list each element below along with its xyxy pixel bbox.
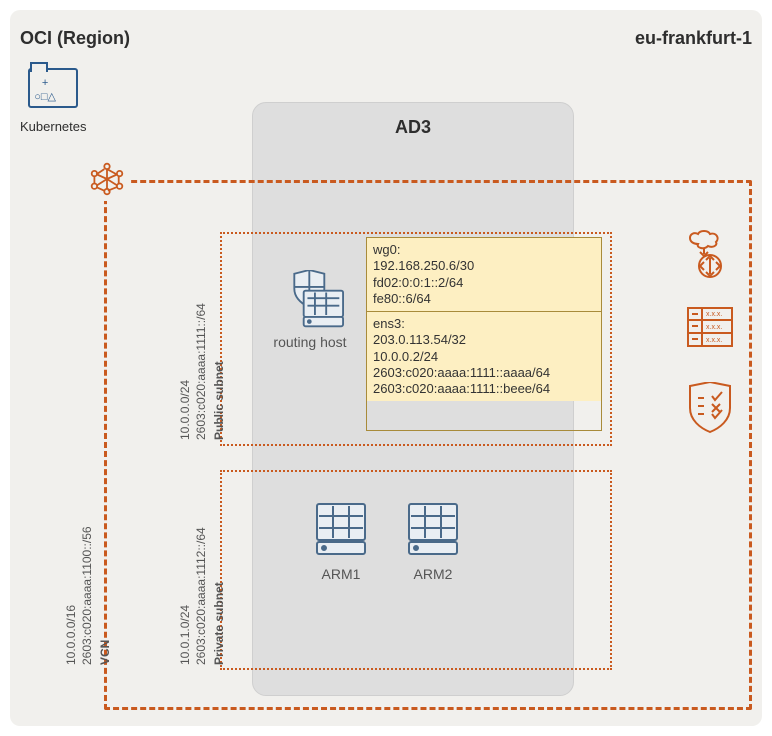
region-id: eu-frankfurt-1 — [635, 28, 752, 49]
region-label: OCI (Region) — [20, 28, 130, 49]
iface-ens3-line: 203.0.113.54/32 — [373, 332, 595, 348]
kubernetes-icon: +○□△ — [28, 68, 78, 108]
public-subnet-cidr-v6: 2603:c020:aaaa:1111::/64 — [194, 303, 208, 440]
routing-host-label: routing host — [270, 334, 350, 350]
public-subnet-cidr-v4: 10.0.0.0/24 — [178, 380, 192, 440]
iface-wg0-line: 192.168.250.6/30 — [373, 258, 595, 274]
side-icons: x.x.x. x.x.x. x.x.x. — [686, 230, 734, 430]
iface-wg0-line: fd02:0:0:1::2/64 — [373, 275, 595, 291]
arm-host: ARM2 — [407, 502, 459, 582]
arm-label: ARM1 — [315, 566, 367, 582]
kubernetes-block: +○□△ Kubernetes — [20, 68, 87, 134]
iface-ens3: ens3: 203.0.113.54/32 10.0.0.2/24 2603:c… — [367, 312, 601, 401]
security-list-icon — [686, 382, 734, 430]
iface-wg0: wg0: 192.168.250.6/30 fd02:0:0:1::2/64 f… — [367, 238, 601, 312]
private-subnet-label: Private subnet — [212, 582, 226, 665]
arm-host: ARM1 — [315, 502, 367, 582]
ad-title: AD3 — [253, 117, 573, 138]
iface-ens3-title: ens3: — [373, 316, 595, 332]
internet-gateway-icon — [686, 230, 734, 278]
svg-text:x.x.x.: x.x.x. — [706, 311, 722, 318]
svg-text:x.x.x.: x.x.x. — [706, 324, 722, 331]
iface-wg0-line: fe80::6/64 — [373, 291, 595, 307]
server-icon — [407, 502, 459, 558]
private-subnet-cidr-v4: 10.0.1.0/24 — [178, 605, 192, 665]
vcn-icon — [85, 157, 129, 201]
arm-label: ARM2 — [407, 566, 459, 582]
route-table-icon: x.x.x. x.x.x. x.x.x. — [686, 306, 734, 354]
kubernetes-label: Kubernetes — [20, 119, 87, 134]
vcn-cidr-v4: 10.0.0.0/16 — [64, 605, 78, 665]
iface-ens3-line: 2603:c020:aaaa:1111::beee/64 — [373, 381, 595, 397]
iface-ens3-line: 10.0.0.2/24 — [373, 349, 595, 365]
vcn-label: VCN — [98, 640, 112, 665]
svg-text:x.x.x.: x.x.x. — [706, 337, 722, 344]
iface-ens3-line: 2603:c020:aaaa:1111::aaaa/64 — [373, 365, 595, 381]
public-subnet-label: Public subnet — [212, 361, 226, 440]
iface-wg0-title: wg0: — [373, 242, 595, 258]
routing-host-icon — [279, 270, 341, 328]
routing-host-interfaces: wg0: 192.168.250.6/30 fd02:0:0:1::2/64 f… — [366, 237, 602, 431]
server-icon — [315, 502, 367, 558]
arm-hosts: ARM1 ARM2 — [315, 502, 459, 582]
vcn-cidr-v6: 2603:c020:aaaa:1100::/56 — [80, 526, 94, 665]
private-subnet-cidr-v6: 2603:c020:aaaa:1112::/64 — [194, 527, 208, 665]
diagram-canvas: OCI (Region) eu-frankfurt-1 +○□△ Kuberne… — [10, 10, 762, 726]
routing-host: routing host — [270, 270, 350, 350]
